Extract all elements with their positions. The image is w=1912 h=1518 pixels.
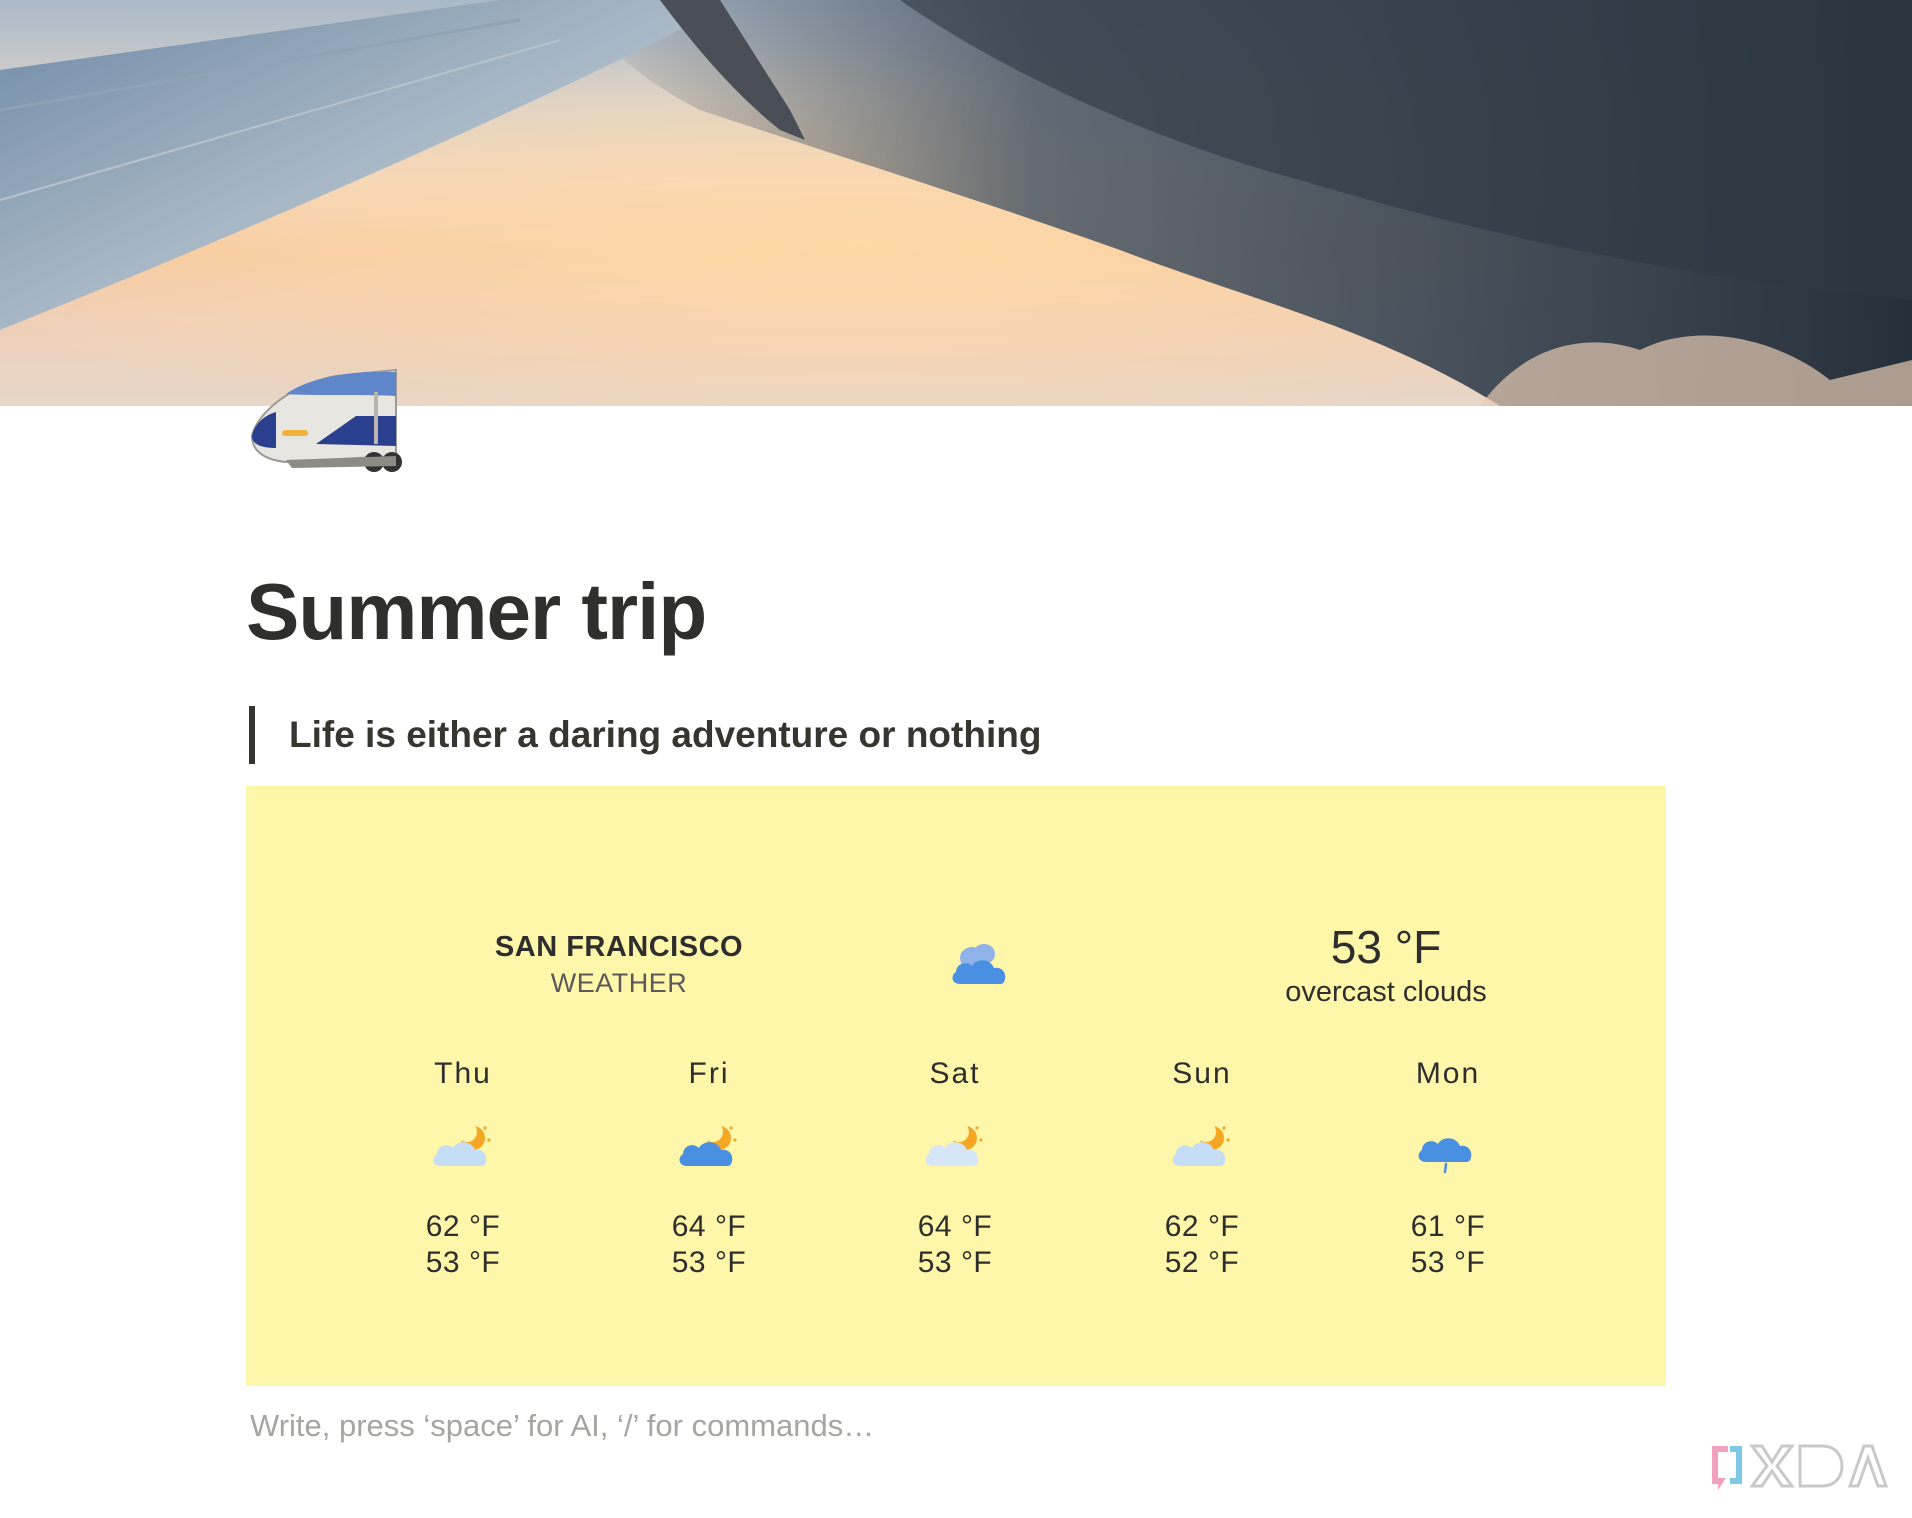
partly-cloudy-night-icon [433, 1122, 491, 1166]
quote-text: Life is either a daring adventure or not… [289, 714, 1042, 755]
quote-block[interactable]: Life is either a daring adventure or not… [249, 706, 1041, 764]
forecast-day: Mon 61 °F 53 °F [1348, 1054, 1548, 1280]
cloud-icon [952, 944, 1006, 984]
location-header: SAN FRANCISCO WEATHER [246, 931, 992, 999]
high-temp: 64 °F [917, 1210, 993, 1243]
page-title[interactable]: Summer trip [246, 566, 707, 658]
low-temp: 52 °F [1164, 1246, 1240, 1279]
low-temp: 53 °F [1410, 1246, 1486, 1279]
high-temp: 62 °F [425, 1210, 501, 1243]
cover-artwork [0, 0, 1912, 406]
current-conditions: 53 °F overcast clouds [1176, 920, 1596, 1009]
current-description: overcast clouds [1285, 976, 1487, 1008]
day-name: Sat [929, 1057, 981, 1090]
high-temp: 61 °F [1410, 1210, 1486, 1243]
weather-widget[interactable]: SAN FRANCISCO WEATHER 53 °F overcast clo… [246, 786, 1666, 1386]
partly-cloudy-night-icon [679, 1122, 737, 1166]
cover-image[interactable] [0, 0, 1912, 406]
forecast-row: Thu 62 °F 53 °F Fri 64 °F 53 °F Sat 64 °… [246, 1054, 1666, 1279]
city-name: SAN FRANCISCO [494, 931, 744, 963]
forecast-day: Sat 64 °F 53 °F [855, 1054, 1055, 1280]
day-name: Mon [1415, 1057, 1481, 1090]
partly-cloudy-night-icon [1172, 1122, 1230, 1166]
day-name: Thu [434, 1057, 492, 1090]
low-temp: 53 °F [917, 1246, 993, 1279]
high-temp: 64 °F [671, 1210, 747, 1243]
low-temp: 53 °F [425, 1246, 501, 1279]
day-name: Sun [1172, 1057, 1232, 1090]
forecast-day: Sun 62 °F 52 °F [1102, 1054, 1302, 1280]
high-temp: 62 °F [1164, 1210, 1240, 1243]
day-name: Fri [688, 1057, 730, 1090]
low-temp: 53 °F [671, 1246, 747, 1279]
forecast-day: Fri 64 °F 53 °F [609, 1054, 809, 1280]
bullet-train-icon[interactable] [246, 356, 406, 476]
forecast-day: Thu 62 °F 53 °F [363, 1054, 563, 1280]
widget-subtitle: WEATHER [550, 968, 688, 998]
current-temperature: 53 °F [1330, 921, 1442, 973]
editor-placeholder[interactable]: Write, press ‘space’ for AI, ‘/’ for com… [250, 1408, 874, 1444]
rain-cloud-icon [1418, 1138, 1472, 1174]
xda-logo [1712, 1444, 1889, 1490]
partly-cloudy-night-icon [925, 1122, 983, 1166]
